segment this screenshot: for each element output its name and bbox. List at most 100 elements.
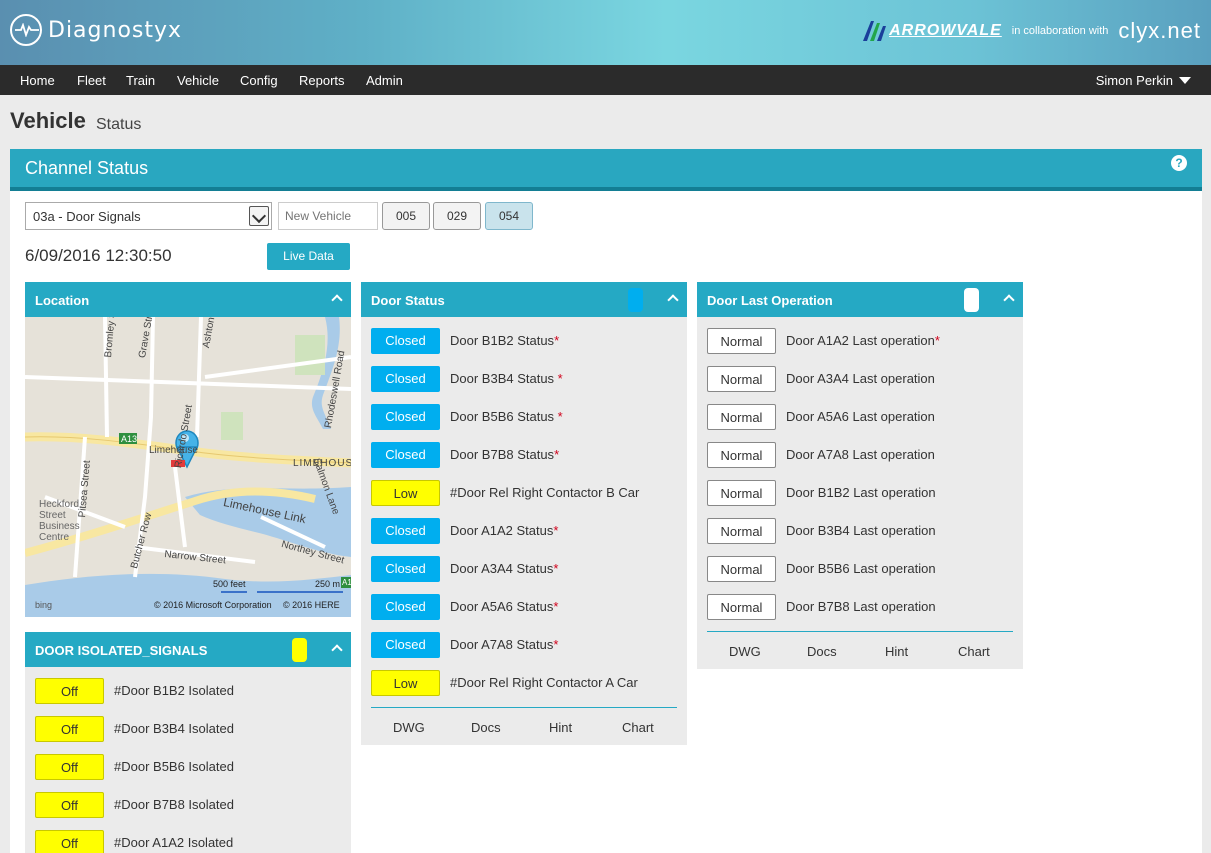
collapse-icon[interactable] <box>1003 294 1015 306</box>
vehicle-button-054[interactable]: 054 <box>485 202 533 230</box>
signal-label: #Door B7B8 Isolated <box>114 797 234 812</box>
signal-state-badge[interactable]: Normal <box>707 442 776 468</box>
signal-label: Door A5A6 Status* <box>450 599 558 614</box>
door-isolated-panel: DOOR ISOLATED_SIGNALS Off #Door B1B2 Isol… <box>25 632 351 853</box>
logo-text: Diagnostyx <box>48 17 183 43</box>
signal-state-badge[interactable]: Off <box>35 792 104 818</box>
signal-state-badge[interactable]: Closed <box>371 442 440 468</box>
nav-home[interactable]: Home <box>20 73 55 88</box>
signal-state-badge[interactable]: Closed <box>371 328 440 354</box>
signal-state-badge[interactable]: Low <box>371 670 440 696</box>
signal-state-badge[interactable]: Closed <box>371 632 440 658</box>
signal-state-badge[interactable]: Closed <box>371 404 440 430</box>
signal-state-badge[interactable]: Off <box>35 716 104 742</box>
signal-state-badge[interactable]: Off <box>35 754 104 780</box>
signal-state-badge[interactable]: Normal <box>707 480 776 506</box>
data-timestamp: 6/09/2016 12:30:50 <box>25 246 172 265</box>
door-last-operation-panel: Door Last Operation DWG Docs Hint Chart … <box>697 282 1023 669</box>
nav-fleet[interactable]: Fleet <box>77 73 106 88</box>
page-subtitle: Status <box>96 116 142 133</box>
signal-label: Door B5B6 Last operation <box>786 561 936 576</box>
arrowvale-logo: ARROWVALE <box>889 22 1002 39</box>
channel-group-select[interactable]: 03a - Door Signals <box>25 202 272 230</box>
door-status-panel: Door Status DWG Docs Hint Chart Closed Do… <box>361 282 687 745</box>
required-marker: * <box>553 523 559 538</box>
chart-link[interactable]: Chart <box>958 644 990 659</box>
dwg-link[interactable]: DWG <box>393 720 425 735</box>
signal-state-badge[interactable]: Closed <box>371 518 440 544</box>
collapse-icon[interactable] <box>331 294 343 306</box>
signal-label: Door A7A8 Status* <box>450 637 558 652</box>
signal-state-badge[interactable]: Off <box>35 830 104 853</box>
signal-name: Door B3B4 Status <box>450 371 558 386</box>
required-marker: * <box>553 599 559 614</box>
pulse-icon <box>10 14 42 46</box>
signal-state-badge[interactable]: Closed <box>371 366 440 392</box>
signal-state-badge[interactable]: Normal <box>707 366 776 392</box>
nav-train[interactable]: Train <box>126 73 155 88</box>
signal-label: Door A1A2 Status* <box>450 523 558 538</box>
new-vehicle-input[interactable] <box>278 202 378 230</box>
hint-link[interactable]: Hint <box>885 644 908 659</box>
signal-name: #Door Rel Right Contactor A Car <box>450 675 638 690</box>
signal-state-badge[interactable]: Closed <box>371 556 440 582</box>
signal-state-badge[interactable]: Off <box>35 678 104 704</box>
map-label: A13 <box>342 578 351 587</box>
hint-link[interactable]: Hint <box>549 720 572 735</box>
signal-label: Door A7A8 Last operation <box>786 447 935 462</box>
door-last-operation-footer: DWG Docs Hint Chart <box>707 631 1013 667</box>
map-scale-feet: 500 feet <box>213 579 246 589</box>
door-isolated-indicator <box>292 638 307 662</box>
collapse-icon[interactable] <box>331 644 343 656</box>
signal-state-badge[interactable]: Normal <box>707 594 776 620</box>
location-title: Location <box>35 293 90 308</box>
door-status-header: Door Status <box>361 282 687 317</box>
signal-state-badge[interactable]: Low <box>371 480 440 506</box>
signal-label: Door A1A2 Last operation* <box>786 333 940 348</box>
signal-name: Door A1A2 Status <box>450 523 554 538</box>
signal-name: #Door B5B6 Isolated <box>114 759 234 774</box>
vehicle-button-005[interactable]: 005 <box>382 202 430 230</box>
signal-state-badge[interactable]: Normal <box>707 328 776 354</box>
chevron-down-icon[interactable] <box>249 206 269 226</box>
user-menu[interactable]: Simon Perkin <box>1096 73 1191 88</box>
help-icon[interactable]: ? <box>1171 155 1187 171</box>
signal-name: Door A7A8 Last operation <box>786 447 935 462</box>
app-header: Diagnostyx ARROWVALE in collaboration wi… <box>0 0 1211 65</box>
channel-group-value: 03a - Door Signals <box>33 209 141 224</box>
signal-name: Door A7A8 Status <box>450 637 554 652</box>
live-data-button[interactable]: Live Data <box>267 243 350 270</box>
signal-state-badge[interactable]: Normal <box>707 556 776 582</box>
door-isolated-header: DOOR ISOLATED_SIGNALS <box>25 632 351 667</box>
nav-vehicle[interactable]: Vehicle <box>177 73 219 88</box>
dwg-link[interactable]: DWG <box>729 644 761 659</box>
diagnostyx-logo[interactable]: Diagnostyx <box>10 14 182 46</box>
nav-admin[interactable]: Admin <box>366 73 403 88</box>
bing-logo: bing <box>35 600 53 610</box>
map-label: A13 <box>121 434 138 444</box>
collab-text: in collaboration with <box>1011 25 1109 37</box>
signal-label: Door B5B6 Status * <box>450 409 563 424</box>
signal-label: Door B7B8 Status* <box>450 447 559 462</box>
docs-link[interactable]: Docs <box>471 720 501 735</box>
nav-config[interactable]: Config <box>240 73 278 88</box>
signal-label: Door B3B4 Last operation <box>786 523 936 538</box>
chart-link[interactable]: Chart <box>622 720 654 735</box>
map-label: Limehouse <box>149 445 198 456</box>
map-copyright-here: © 2016 HERE <box>283 600 340 610</box>
required-marker: * <box>557 371 563 386</box>
nav-reports[interactable]: Reports <box>299 73 345 88</box>
door-status-title: Door Status <box>371 293 445 308</box>
signal-name: #Door B1B2 Isolated <box>114 683 234 698</box>
signal-state-badge[interactable]: Normal <box>707 404 776 430</box>
collapse-icon[interactable] <box>667 294 679 306</box>
location-map[interactable]: Bromley Street Grave Street Ashton Stree… <box>25 317 351 617</box>
signal-state-badge[interactable]: Normal <box>707 518 776 544</box>
required-marker: * <box>934 333 940 348</box>
signal-name: Door B5B6 Last operation <box>786 561 936 576</box>
door-status-footer: DWG Docs Hint Chart <box>371 707 677 743</box>
signal-label: #Door Rel Right Contactor A Car <box>450 675 638 690</box>
signal-state-badge[interactable]: Closed <box>371 594 440 620</box>
vehicle-button-029[interactable]: 029 <box>433 202 481 230</box>
docs-link[interactable]: Docs <box>807 644 837 659</box>
